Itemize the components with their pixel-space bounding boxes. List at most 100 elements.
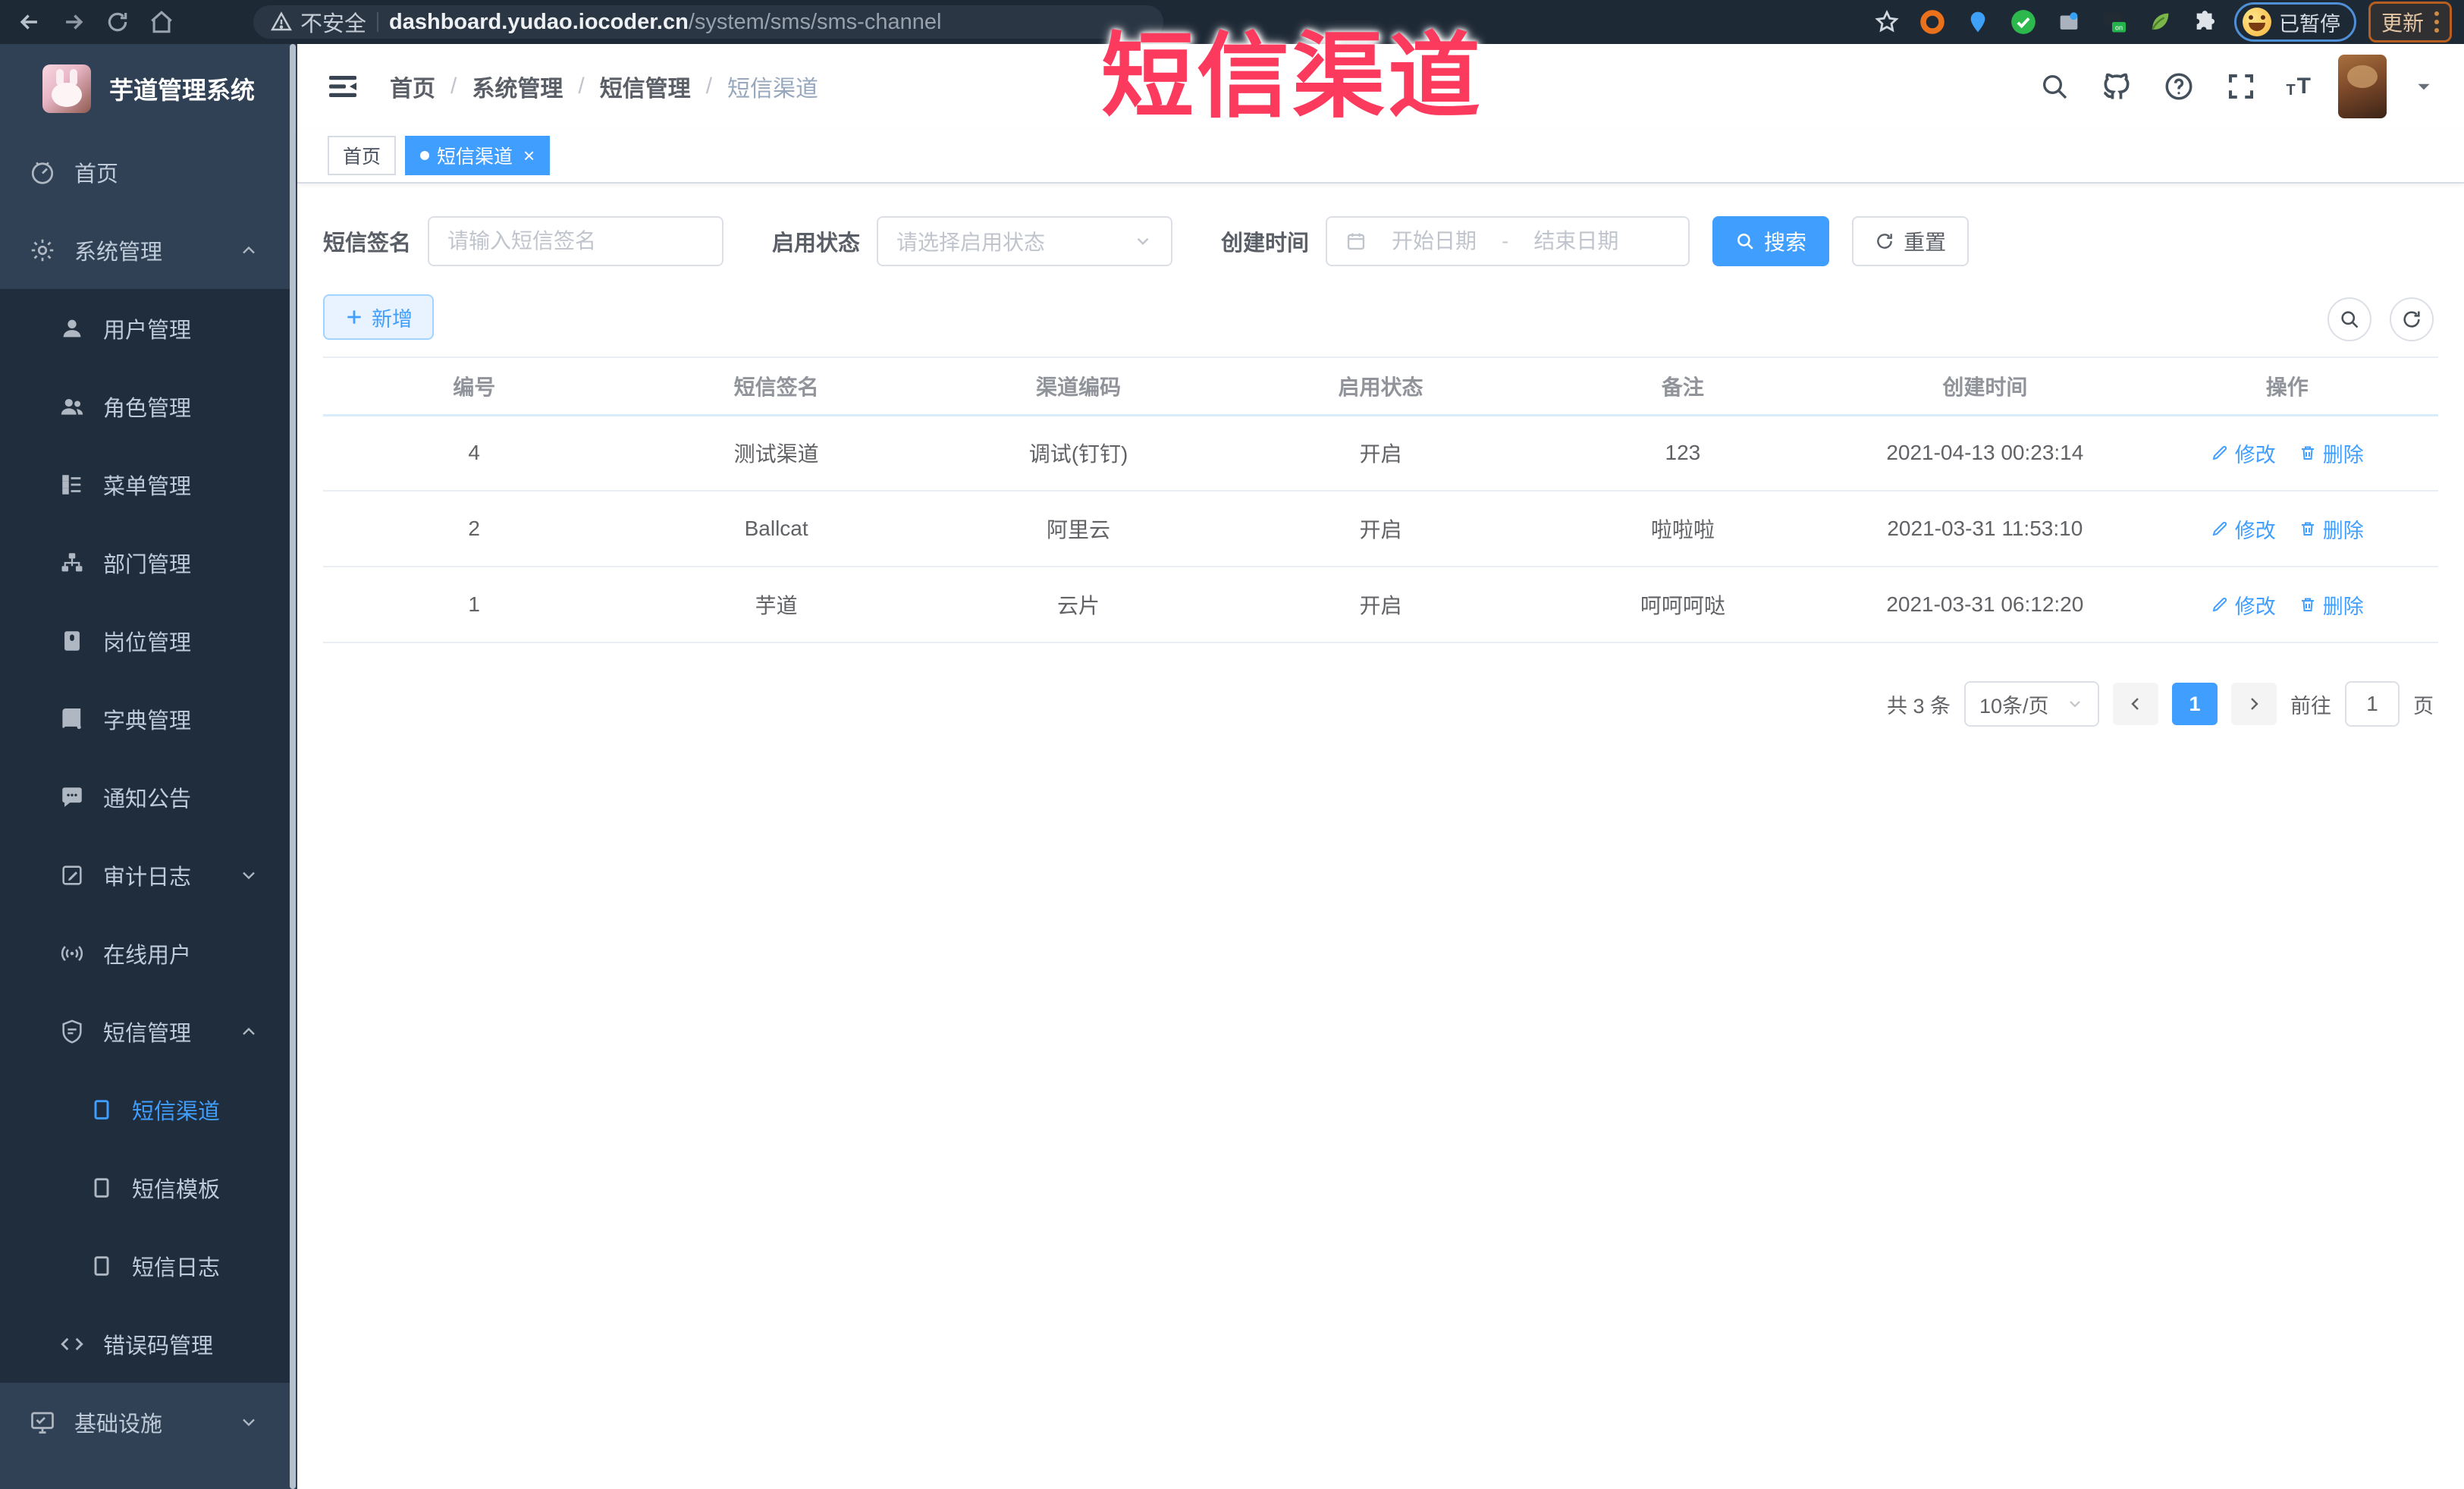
reset-button[interactable]: 重置 [1852,216,1970,266]
tab-sms-channel[interactable]: 短信渠道 × [405,136,551,175]
sidebar-item-online-users[interactable]: 在线用户 [0,914,290,992]
user-icon [63,319,81,337]
browser-home-button[interactable] [144,5,179,39]
sidebar-item-system[interactable]: 系统管理 [0,211,290,289]
next-page-button[interactable] [2231,683,2277,725]
header-help-button[interactable] [2161,69,2196,104]
browser-back-button[interactable] [12,5,47,39]
breadcrumb-item-system[interactable]: 系统管理 [472,70,563,103]
sidebar-item-roles[interactable]: 角色管理 [0,367,290,445]
document-icon [94,1177,109,1198]
tab-label: 首页 [343,146,381,168]
sidebar-item-posts[interactable]: 岗位管理 [0,602,290,680]
cell-status: 开启 [1229,567,1532,643]
status-select[interactable]: 请选择启用状态 [877,216,1173,266]
status-label: 启用状态 [772,231,861,256]
sidebar-item-sms-template[interactable]: 短信模板 [0,1148,290,1227]
header-fullscreen-button[interactable] [2224,69,2258,104]
security-label: 不安全 [300,12,367,36]
extension-orange-ring-icon[interactable] [1916,5,1949,39]
breadcrumb-item-home[interactable]: 首页 [390,70,435,103]
sidebar-item-sms[interactable]: 短信管理 [0,992,290,1070]
cell-actions: 修改 删除 [2136,567,2438,643]
sidebar-item-label: 短信模板 [132,1177,221,1202]
prev-page-button[interactable] [2113,683,2158,725]
range-separator: - [1502,229,1509,253]
goto-page-input[interactable] [2354,692,2390,716]
green-check-icon [2011,10,2036,34]
extensions-puzzle-icon[interactable] [2189,5,2222,39]
extension-dark-on-icon[interactable]: on [2098,5,2131,39]
edit-link[interactable]: 修改 [2211,514,2276,544]
goto-label: 前往 [2290,694,2331,718]
start-date-input[interactable] [1377,229,1492,253]
app-header: 首页 / 系统管理 / 短信管理 / 短信渠道 TT [297,44,2464,129]
app-logo-row[interactable]: 芋道管理系统 [0,44,297,133]
url-text: dashboard.yudao.iocoder.cn/system/sms/sm… [389,10,941,35]
page-size-value: 10条/页 [1979,694,2049,718]
tab-home[interactable]: 首页 [328,136,397,175]
table-header-row: 编号 短信签名 渠道编码 启用状态 备注 创建时间 操作 [323,357,2438,416]
tab-close-icon[interactable]: × [523,146,535,165]
browser-reload-button[interactable] [100,5,135,39]
leaf-icon [2152,13,2169,30]
header-github-button[interactable] [2099,69,2134,104]
sidebar-item-sms-log[interactable]: 短信日志 [0,1227,290,1305]
sidebar-item-departments[interactable]: 部门管理 [0,523,290,602]
sidebar-item-menus[interactable]: 菜单管理 [0,445,290,523]
sidebar: 芋道管理系统 首页 系统管理 用户管理 角色管理 菜单管理 部门管理 岗位管理 … [0,44,297,1489]
sidebar-item-users[interactable]: 用户管理 [0,289,290,367]
announcement-bubble-icon [62,787,82,807]
sidebar-item-home[interactable]: 首页 [0,133,290,211]
current-page: 1 [2189,692,2201,715]
add-button[interactable]: 新增 [323,294,434,340]
extension-blue-pin-icon[interactable] [1961,5,1995,39]
delete-link[interactable]: 删除 [2299,514,2364,544]
sidebar-item-dictionary[interactable]: 字典管理 [0,680,290,758]
page-number-button[interactable]: 1 [2172,683,2218,725]
edit-link[interactable]: 修改 [2211,438,2276,468]
profile-paused-badge[interactable]: 已暂停 [2233,2,2356,42]
sidebar-item-label: 用户管理 [103,318,192,343]
search-button[interactable]: 搜索 [1712,216,1830,266]
breadcrumb-item-sms[interactable]: 短信管理 [600,70,691,103]
page-size-select[interactable]: 10条/页 [1964,681,2099,727]
sidebar-item-notices[interactable]: 通知公告 [0,758,290,836]
sidebar-item-infrastructure[interactable]: 基础设施 [0,1383,290,1461]
sidebar-item-error-codes[interactable]: 错误码管理 [0,1305,290,1383]
edit-link[interactable]: 修改 [2211,590,2276,620]
date-range-picker[interactable]: - [1326,216,1690,266]
sidebar-item-audit-log[interactable]: 审计日志 [0,836,290,914]
user-avatar[interactable] [2338,55,2387,118]
document-icon [94,1255,109,1276]
toggle-search-button[interactable] [2327,297,2371,341]
address-bar[interactable]: 不安全 dashboard.yudao.iocoder.cn/system/sm… [253,5,1163,39]
security-status[interactable]: 不安全 [270,6,366,38]
roles-icon [61,398,83,415]
extension-green-check-icon[interactable] [2007,5,2040,39]
cell-status: 开启 [1229,415,1532,492]
pagination-total: 共 3 条 [1886,694,1951,718]
sidebar-item-sms-channel[interactable]: 短信渠道 [0,1070,290,1148]
font-size-small-t: T [2286,82,2296,99]
extension-green-leaf-icon[interactable] [2143,5,2177,39]
refresh-table-button[interactable] [2390,297,2434,341]
active-tab-dot-icon [420,151,430,160]
delete-link[interactable]: 删除 [2299,590,2364,620]
browser-update-button[interactable]: 更新 [2368,2,2452,42]
header-search-button[interactable] [2037,69,2072,104]
header-font-size-button[interactable]: TT [2286,74,2311,99]
menu-list-icon [62,474,81,495]
end-date-input[interactable] [1519,229,1634,253]
user-menu-caret[interactable] [2414,77,2434,96]
sidebar-scrollbar[interactable] [290,44,296,1489]
bookmark-star-icon[interactable] [1870,5,1904,39]
sidebar-fold-button[interactable] [325,68,361,105]
font-size-big-t: T [2296,74,2311,99]
col-header-actions: 操作 [2136,357,2438,416]
col-header-remark: 备注 [1531,357,1835,416]
sign-input[interactable] [447,229,705,253]
delete-link[interactable]: 删除 [2299,438,2364,468]
extension-grid-icon[interactable] [2052,5,2086,39]
browser-forward-button[interactable] [56,5,91,39]
